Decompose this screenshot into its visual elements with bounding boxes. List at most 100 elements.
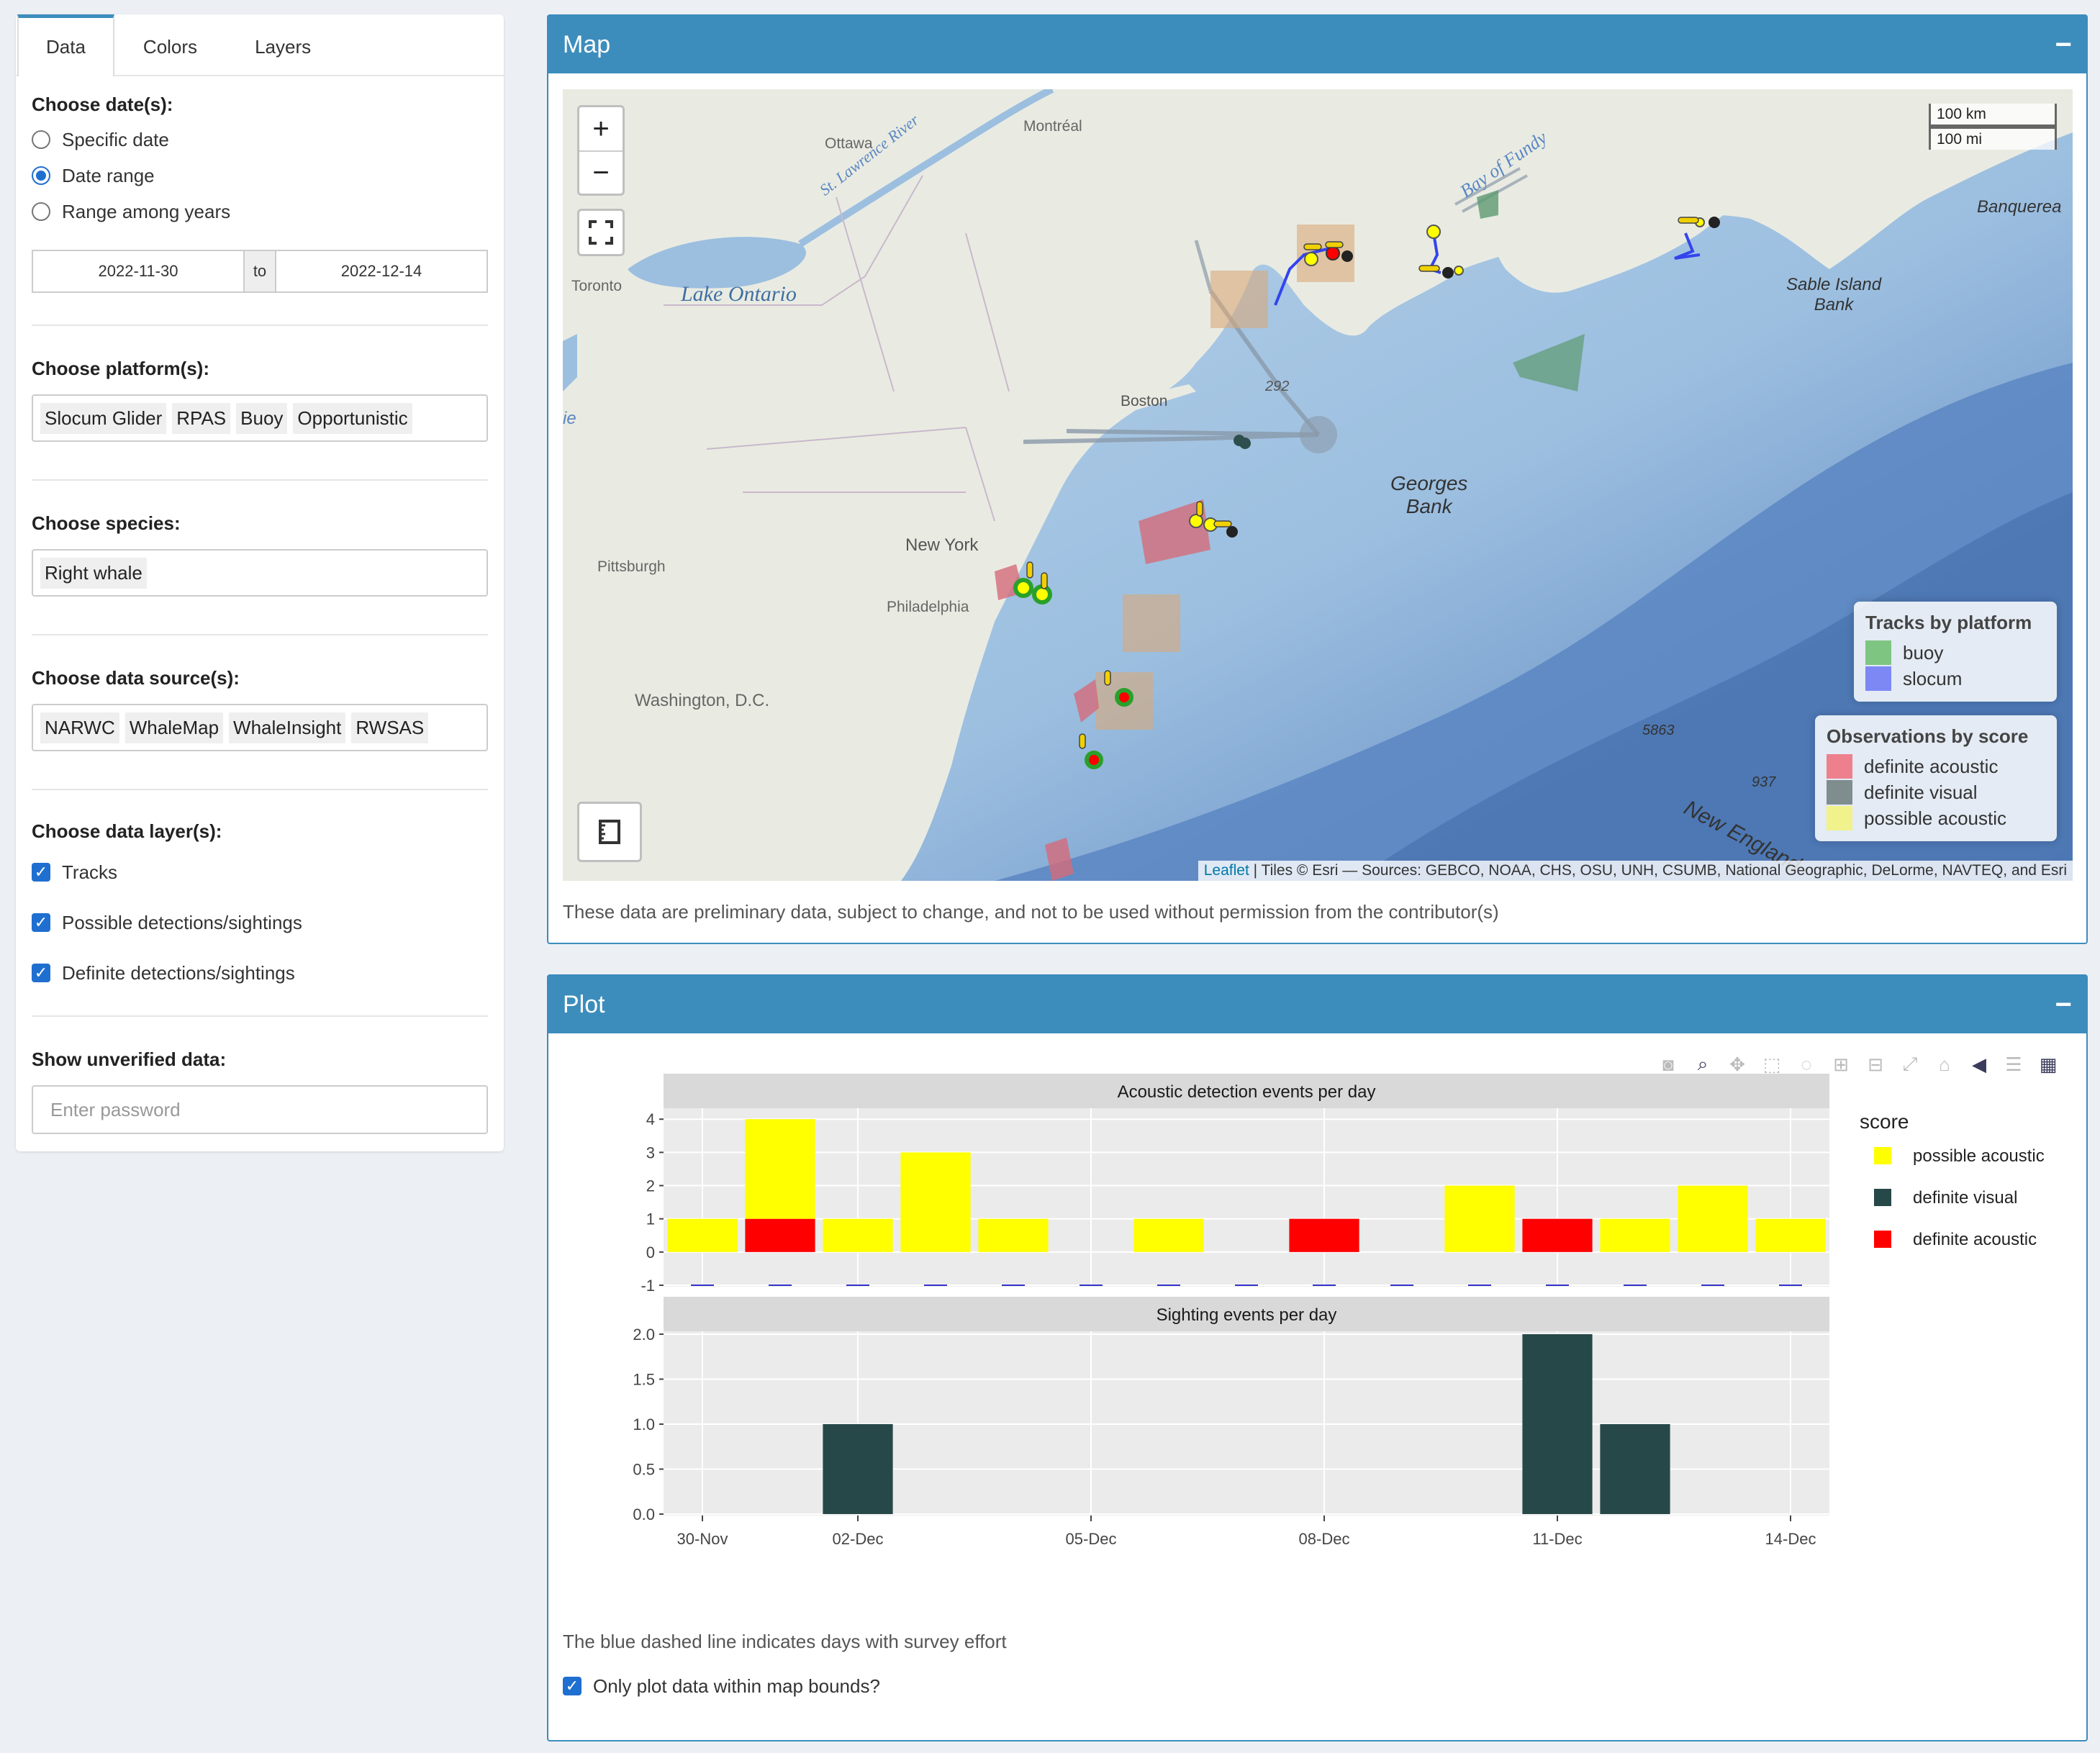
- observations-legend-item: definite visual: [1827, 779, 2045, 805]
- source-chip[interactable]: RWSAS: [351, 712, 429, 743]
- source-chip[interactable]: WhaleMap: [125, 712, 224, 743]
- y-tick-label: 4: [646, 1110, 655, 1128]
- layer-tracks-checkbox[interactable]: ✓ Tracks: [32, 847, 488, 897]
- species-chip[interactable]: Right whale: [40, 557, 147, 589]
- tab-colors[interactable]: Colors: [114, 14, 226, 76]
- collapse-button[interactable]: −: [2055, 989, 2072, 1021]
- legend-swatch: [1874, 1231, 1891, 1248]
- attribution-text: | Tiles © Esri — Sources: GEBCO, NOAA, C…: [1249, 862, 2067, 879]
- legend-label: possible acoustic: [1864, 807, 2006, 829]
- platform-chip[interactable]: Slocum Glider: [40, 402, 167, 434]
- map-label-lake-ontario: Lake Ontario: [681, 282, 797, 306]
- radio-label: Date range: [62, 164, 155, 186]
- map-label-toronto: Toronto: [571, 278, 623, 294]
- map-bounds-checkbox[interactable]: ✓ Only plot data within map bounds?: [563, 1661, 880, 1711]
- bar-definite-acoustic: [1289, 1218, 1359, 1252]
- map-label-banquereau: Banquerea: [1977, 197, 2062, 217]
- start-date-input[interactable]: 2022-11-30: [33, 251, 243, 291]
- observations-legend-title: Observations by score: [1827, 725, 2029, 747]
- legend-label: possible acoustic: [1913, 1146, 2045, 1166]
- map-label-pittsburgh: Pittsburgh: [597, 558, 666, 575]
- bar-possible-acoustic: [900, 1152, 971, 1252]
- platform-chip[interactable]: RPAS: [172, 402, 231, 434]
- checkbox-checked-icon[interactable]: ✓: [32, 913, 50, 932]
- checkbox-checked-icon[interactable]: ✓: [32, 863, 50, 882]
- map-canvas[interactable]: Ottawa Montréal Toronto Lake Ontario St.…: [563, 89, 2073, 881]
- bar-chart: Acoustic detection events per day 4 3 2 1 0 -1…: [633, 1074, 2045, 1548]
- map-label-georges-bank: Georges Bank: [1390, 472, 1467, 518]
- source-chip[interactable]: NARWC: [40, 712, 119, 743]
- y-tick-label: -1: [641, 1277, 655, 1295]
- platform-chip[interactable]: Buoy: [236, 402, 288, 434]
- map-label-georges-line1: Georges: [1390, 472, 1468, 494]
- radio-specific-date[interactable]: Specific date: [32, 122, 488, 158]
- checkbox-label: Tracks: [62, 861, 118, 883]
- layer-possible-checkbox[interactable]: ✓ Possible detections/sightings: [32, 897, 488, 948]
- x-tick-label: 02-Dec: [833, 1530, 884, 1548]
- map-depth-937: 937: [1752, 774, 1776, 790]
- radio-button[interactable]: [32, 130, 50, 149]
- legend-label: definite acoustic: [1864, 755, 1999, 777]
- map-label-sable: Sable Island Bank: [1786, 275, 1881, 315]
- checkbox-checked-icon[interactable]: ✓: [563, 1677, 581, 1695]
- x-tick-label: 30-Nov: [677, 1530, 728, 1548]
- map-box-title: Map: [563, 30, 611, 58]
- radio-button-selected[interactable]: [32, 166, 50, 185]
- y-tick-label: 1.0: [633, 1415, 655, 1433]
- collapse-button[interactable]: −: [2055, 29, 2072, 61]
- radio-date-range[interactable]: Date range: [32, 158, 488, 194]
- y-tick-label: 1: [646, 1210, 655, 1228]
- source-chip[interactable]: WhaleInsight: [229, 712, 346, 743]
- x-tick-label: 08-Dec: [1299, 1530, 1350, 1548]
- layers-label: Choose data layer(s):: [32, 820, 222, 842]
- chart-area: ◙ ⌕ ✥ ⬚ ◌ ⊞ ⊟ ⤢ ⌂ ◀ ☰ ▦ Acoustic detecti…: [548, 1033, 2089, 1580]
- legend-swatch: [1827, 754, 1852, 779]
- bar-possible-acoustic: [1444, 1185, 1515, 1252]
- measure-button[interactable]: [577, 802, 642, 862]
- radio-range-among-years[interactable]: Range among years: [32, 194, 488, 230]
- zoom-in-button[interactable]: +: [579, 107, 623, 150]
- checkbox-checked-icon[interactable]: ✓: [32, 964, 50, 982]
- bar-possible-acoustic: [667, 1218, 738, 1252]
- data-source-select[interactable]: NARWC WhaleMap WhaleInsight RWSAS: [32, 704, 488, 751]
- species-select[interactable]: Right whale: [32, 549, 488, 597]
- layer-definite-checkbox[interactable]: ✓ Definite detections/sightings: [32, 948, 488, 998]
- bar-possible-acoustic: [823, 1218, 893, 1252]
- legend-label: definite visual: [1913, 1188, 2017, 1208]
- bar-possible-acoustic: [1678, 1185, 1748, 1252]
- bar-possible-acoustic: [1133, 1218, 1204, 1252]
- legend-title: score: [1860, 1110, 1909, 1133]
- map-label-ie: ie: [563, 409, 576, 428]
- map-label-boston: Boston: [1121, 393, 1168, 409]
- tracks-legend-item: buoy: [1865, 640, 2045, 666]
- legend-swatch: [1865, 666, 1891, 691]
- sources-label: Choose data source(s):: [32, 667, 240, 689]
- y-tick-label: 0.5: [633, 1461, 655, 1479]
- platform-select[interactable]: Slocum Glider RPAS Buoy Opportunistic: [32, 394, 488, 442]
- fullscreen-button[interactable]: [577, 209, 625, 256]
- bar-possible-acoustic: [1755, 1218, 1826, 1252]
- map-label-washington: Washington, D.C.: [635, 691, 770, 710]
- leaflet-link[interactable]: Leaflet: [1204, 862, 1249, 879]
- map-label-philadelphia: Philadelphia: [887, 599, 969, 615]
- map-label-sable-line1: Sable Island: [1786, 275, 1882, 294]
- tracks-legend-title: Tracks by platform: [1865, 612, 2032, 633]
- tab-layers[interactable]: Layers: [226, 14, 340, 76]
- password-input[interactable]: Enter password: [32, 1085, 488, 1134]
- bar-definite-visual: [1522, 1334, 1593, 1514]
- checkbox-label: Only plot data within map bounds?: [593, 1675, 880, 1697]
- legend-label: buoy: [1903, 641, 1944, 663]
- y-tick-label: 0: [646, 1244, 655, 1261]
- radio-button[interactable]: [32, 202, 50, 221]
- plot-box-header: Plot −: [548, 976, 2086, 1033]
- bar-definite-visual: [1600, 1424, 1670, 1514]
- zoom-out-button[interactable]: −: [579, 150, 623, 194]
- map-label-sable-line2: Bank: [1814, 295, 1854, 314]
- end-date-input[interactable]: 2022-12-14: [276, 251, 486, 291]
- checkbox-label: Definite detections/sightings: [62, 961, 295, 984]
- x-tick-label: 14-Dec: [1765, 1530, 1816, 1548]
- plot-box-title: Plot: [563, 990, 605, 1018]
- tab-data[interactable]: Data: [17, 14, 114, 76]
- map-label-montreal: Montréal: [1023, 118, 1082, 135]
- platform-chip[interactable]: Opportunistic: [293, 402, 412, 434]
